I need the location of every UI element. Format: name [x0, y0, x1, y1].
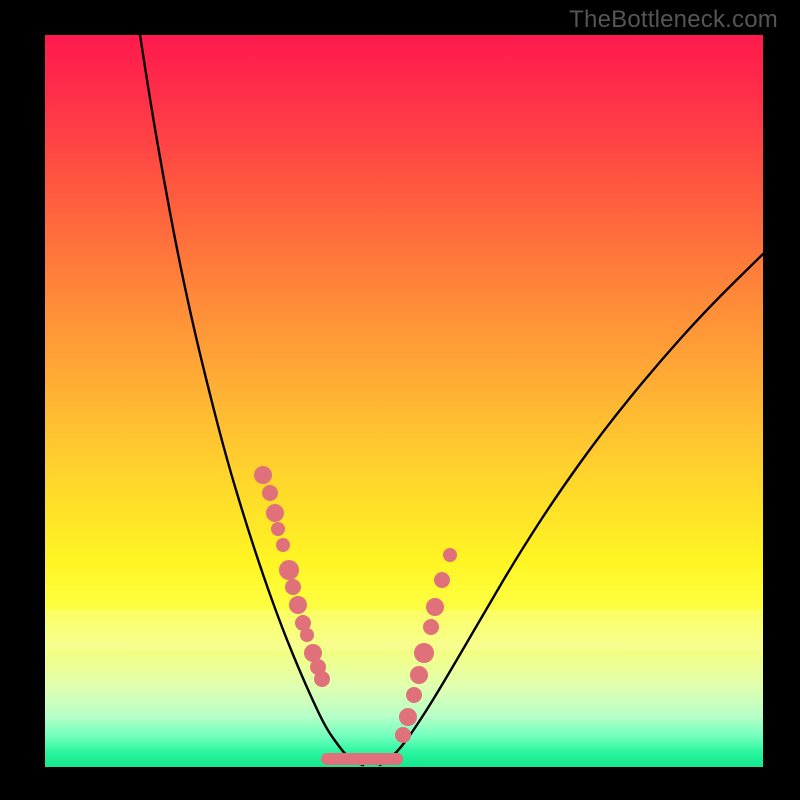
right-marker	[443, 548, 457, 562]
left-marker	[279, 560, 299, 580]
left-marker	[266, 504, 284, 522]
watermark-text: TheBottleneck.com	[569, 6, 778, 34]
right-marker	[395, 727, 411, 743]
curve-right-curve	[380, 254, 763, 765]
curve-left-curve	[140, 35, 363, 765]
chart-frame: TheBottleneck.com	[0, 0, 800, 800]
left-marker	[289, 596, 307, 614]
left-marker	[314, 671, 330, 687]
left-marker	[262, 485, 278, 501]
left-marker	[300, 628, 314, 642]
right-marker	[399, 708, 417, 726]
right-marker	[423, 619, 439, 635]
left-marker	[276, 538, 290, 552]
right-marker	[434, 572, 450, 588]
left-marker	[285, 579, 301, 595]
right-marker	[414, 643, 434, 663]
plot-area	[45, 35, 763, 767]
chart-lines-svg	[45, 35, 763, 767]
right-marker	[426, 598, 444, 616]
left-marker	[254, 466, 272, 484]
left-marker	[271, 522, 285, 536]
right-marker	[406, 687, 422, 703]
right-marker	[410, 666, 428, 684]
